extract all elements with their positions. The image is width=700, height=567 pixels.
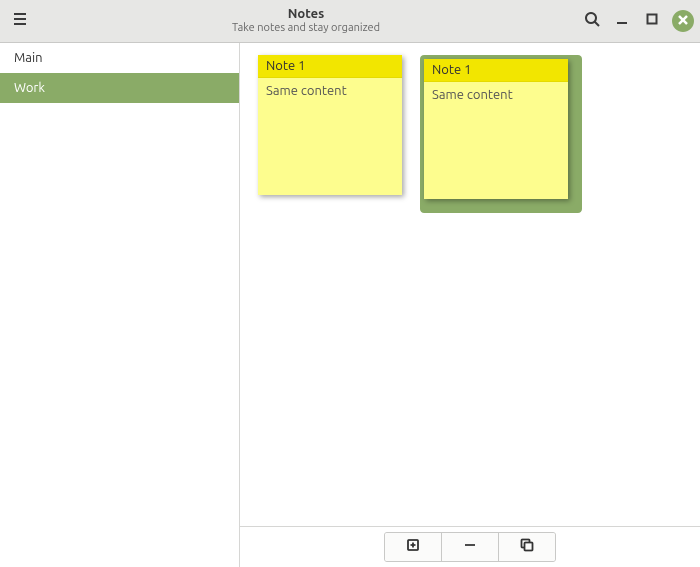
note-wrap-selected: Note 1 Same content: [420, 55, 582, 213]
search-button[interactable]: [578, 7, 606, 35]
actionbar: [240, 526, 700, 567]
duplicate-note-button[interactable]: [499, 533, 555, 561]
remove-note-icon: [462, 537, 478, 557]
app-subtitle: Take notes and stay organized: [34, 22, 578, 35]
sidebar-item-main[interactable]: Main: [0, 43, 239, 73]
note-title: Note 1: [258, 55, 402, 78]
headerbar: Notes Take notes and stay organized: [0, 0, 700, 43]
note-card[interactable]: Note 1 Same content: [258, 55, 402, 195]
remove-note-button[interactable]: [442, 533, 499, 561]
note-body: Same content: [424, 82, 568, 108]
note-card[interactable]: Note 1 Same content: [424, 59, 568, 199]
action-button-group: [384, 532, 556, 562]
add-note-icon: [405, 537, 421, 557]
minimize-button[interactable]: [608, 7, 636, 35]
maximize-button[interactable]: [638, 7, 666, 35]
note-wrap: Note 1 Same content: [258, 55, 402, 213]
maximize-icon: [644, 11, 660, 31]
sidebar-item-work[interactable]: Work: [0, 73, 239, 103]
notes-area: Note 1 Same content Note 1 Same content: [240, 43, 700, 526]
close-button[interactable]: [672, 10, 694, 32]
main-pane: Note 1 Same content Note 1 Same content: [240, 43, 700, 567]
hamburger-icon: [12, 11, 28, 31]
minimize-icon: [614, 11, 630, 31]
sidebar: Main Work: [0, 43, 240, 567]
app-title: Notes: [34, 7, 578, 22]
sidebar-item-label: Work: [14, 81, 45, 95]
note-title: Note 1: [424, 59, 568, 82]
search-icon: [584, 11, 600, 31]
hamburger-menu-button[interactable]: [6, 7, 34, 35]
note-body: Same content: [258, 78, 402, 104]
sidebar-item-label: Main: [14, 51, 43, 65]
close-icon: [677, 12, 689, 30]
add-note-button[interactable]: [385, 533, 442, 561]
duplicate-note-icon: [519, 537, 535, 557]
app-body: Main Work Note 1 Same content Note 1 Sam…: [0, 43, 700, 567]
